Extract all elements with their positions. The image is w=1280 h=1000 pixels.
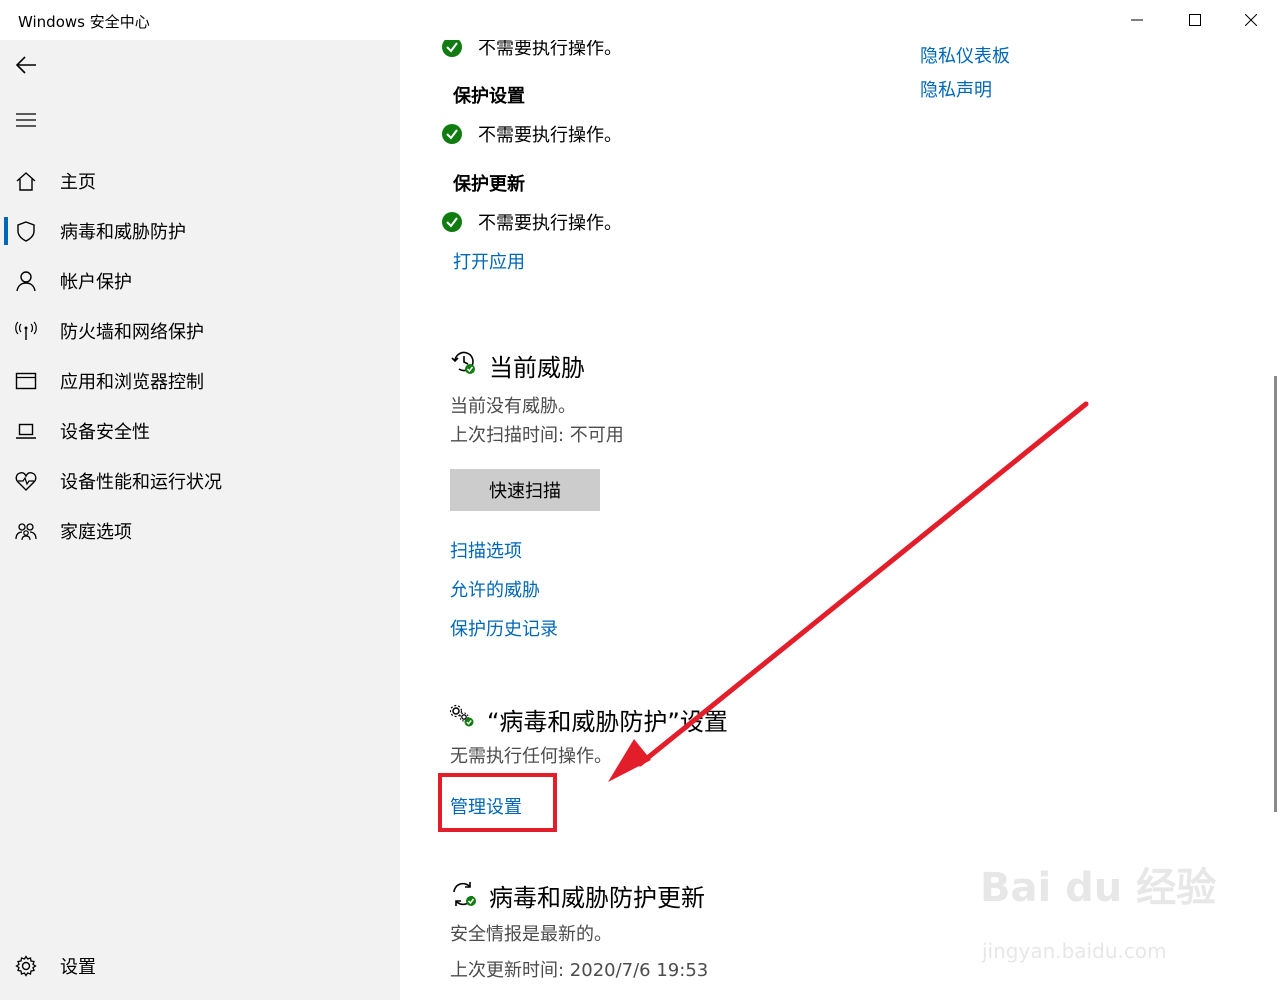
annotation-arrow-line xyxy=(637,401,1089,767)
watermark: Bai du 经验 jingyan.baidu.com xyxy=(980,855,1220,975)
annotation-arrow xyxy=(608,401,1089,782)
watermark-logo: Bai du 经验 xyxy=(980,865,1217,911)
annotation-arrow-head xyxy=(608,739,651,782)
watermark-url: jingyan.baidu.com xyxy=(982,939,1167,963)
